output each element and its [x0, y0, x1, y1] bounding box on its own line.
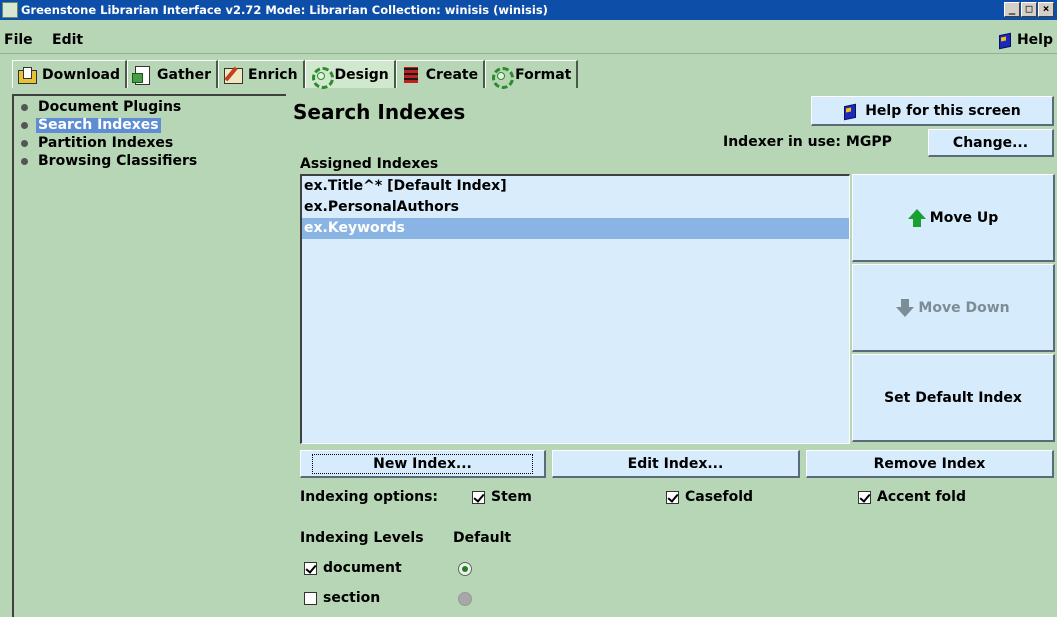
design-tree: Document Plugins Search Indexes Partitio…	[19, 98, 199, 170]
move-down-label: Move Down	[918, 299, 1010, 316]
move-up-label: Move Up	[929, 209, 999, 226]
tree-item-label: Browsing Classifiers	[38, 153, 198, 169]
new-index-button[interactable]: New Index...	[300, 450, 546, 478]
maximize-button[interactable]: □	[1021, 2, 1037, 17]
tree-item-partition-indexes[interactable]: Partition Indexes	[19, 134, 199, 152]
tab-gather[interactable]: Gather	[127, 60, 219, 88]
indexer-in-use-label: Indexer in use: MGPP	[723, 134, 892, 150]
greenstone-app-icon	[2, 2, 18, 18]
window-titlebar[interactable]: Greenstone Librarian Interface v2.72 Mod…	[0, 0, 1057, 20]
casefold-label: Casefold	[685, 489, 754, 505]
window-title: Greenstone Librarian Interface v2.72 Mod…	[21, 3, 548, 17]
default-column-label: Default	[453, 530, 512, 546]
tab-design[interactable]: Design	[304, 60, 396, 89]
section-checkbox[interactable]	[304, 591, 317, 605]
stem-option[interactable]: Stem	[472, 489, 532, 505]
list-item[interactable]: ex.Keywords	[302, 218, 849, 239]
tab-label: Design	[334, 66, 389, 83]
tree-item-label: Document Plugins	[38, 99, 182, 115]
accent-fold-option[interactable]: Accent fold	[858, 489, 966, 505]
menu-file[interactable]: File	[4, 32, 33, 48]
casefold-option[interactable]: Casefold	[666, 489, 753, 505]
window-controls: _ □ ×	[1004, 2, 1054, 17]
indexing-levels-label: Indexing Levels	[300, 530, 424, 546]
move-down-button[interactable]: Move Down	[852, 264, 1055, 352]
accent-fold-label: Accent fold	[877, 489, 966, 505]
page-title: Search Indexes	[293, 100, 466, 124]
tree-bullet-icon	[21, 103, 28, 111]
close-button[interactable]: ×	[1038, 2, 1054, 17]
document-label: document	[323, 560, 402, 576]
new-index-label: New Index...	[312, 453, 533, 474]
arrow-down-icon	[896, 298, 915, 317]
gear-icon	[490, 65, 515, 89]
tree-item-label: Partition Indexes	[38, 135, 174, 151]
level-section[interactable]: section	[304, 590, 380, 606]
help-book-icon	[998, 33, 1012, 47]
indexing-options-label: Indexing options:	[300, 489, 439, 505]
tab-format[interactable]: Format	[485, 60, 579, 89]
tab-label: Gather	[157, 66, 212, 83]
gear-icon	[310, 65, 334, 89]
tab-label: Format	[515, 66, 572, 83]
assigned-indexes-list[interactable]: ex.Title^* [Default Index] ex.PersonalAu…	[300, 174, 850, 444]
assigned-indexes-label: Assigned Indexes	[300, 156, 439, 172]
arrow-up-icon	[907, 208, 926, 227]
menu-help[interactable]: Help	[998, 32, 1053, 48]
remove-index-button[interactable]: Remove Index	[806, 450, 1054, 478]
enrich-icon	[223, 65, 244, 85]
tab-enrich[interactable]: Enrich	[218, 60, 305, 88]
help-book-icon	[843, 104, 857, 118]
menu-help-label: Help	[1016, 32, 1053, 48]
tree-item-browsing-classifiers[interactable]: Browsing Classifiers	[19, 152, 199, 170]
accent-fold-checkbox[interactable]	[858, 490, 871, 504]
design-tree-panel: Document Plugins Search Indexes Partitio…	[12, 94, 286, 617]
stem-label: Stem	[491, 489, 532, 505]
document-default-radio[interactable]	[458, 562, 472, 576]
section-label: section	[323, 590, 381, 606]
edit-index-button[interactable]: Edit Index...	[552, 450, 800, 478]
stem-checkbox[interactable]	[472, 490, 485, 504]
menu-edit[interactable]: Edit	[52, 32, 83, 48]
tab-download[interactable]: Download	[12, 60, 128, 88]
tree-item-search-indexes[interactable]: Search Indexes	[19, 116, 199, 134]
tree-bullet-icon	[21, 121, 28, 129]
download-icon	[17, 65, 37, 85]
move-up-button[interactable]: Move Up	[852, 174, 1055, 262]
list-item[interactable]: ex.PersonalAuthors	[302, 197, 849, 218]
tab-bar: Download Gather Enrich Design Create For…	[12, 60, 579, 89]
tree-bullet-icon	[21, 139, 28, 147]
set-default-index-button[interactable]: Set Default Index	[852, 354, 1055, 442]
tree-item-label: Search Indexes	[36, 116, 161, 133]
section-default-radio	[458, 592, 472, 606]
minimize-button[interactable]: _	[1004, 2, 1020, 17]
tab-label: Enrich	[248, 66, 298, 83]
gather-icon	[132, 65, 152, 85]
tree-item-document-plugins[interactable]: Document Plugins	[19, 98, 199, 116]
help-for-screen-button[interactable]: Help for this screen	[811, 96, 1054, 126]
document-checkbox[interactable]	[304, 561, 317, 575]
create-icon	[401, 65, 421, 85]
tab-create[interactable]: Create	[395, 60, 486, 88]
list-item[interactable]: ex.Title^* [Default Index]	[302, 176, 849, 197]
level-document[interactable]: document	[304, 560, 402, 576]
menu-bar: File Edit Help	[0, 20, 1057, 54]
help-button-label: Help for this screen	[865, 102, 1021, 119]
tree-bullet-icon	[21, 157, 28, 165]
casefold-checkbox[interactable]	[666, 490, 679, 504]
change-indexer-button[interactable]: Change...	[928, 129, 1054, 157]
tab-label: Download	[42, 66, 121, 83]
tab-label: Create	[425, 66, 479, 83]
